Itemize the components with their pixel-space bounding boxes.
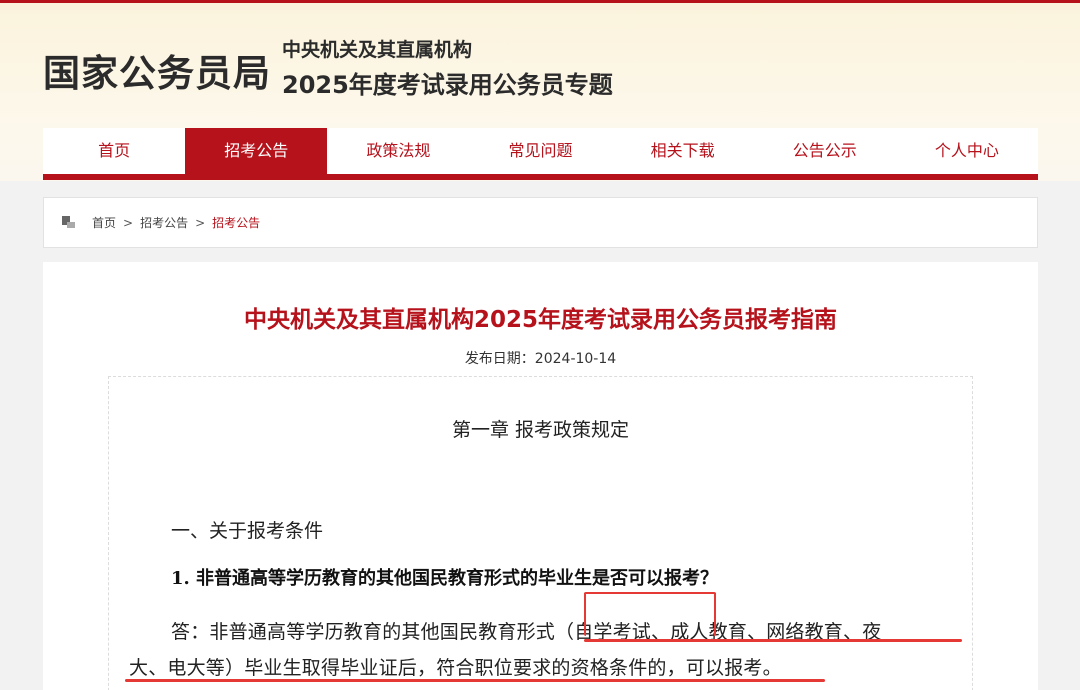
article-title: 中央机关及其直属机构2025年度考试录用公务员报考指南 (243, 307, 837, 333)
breadcrumb-separator: > (123, 215, 134, 230)
nav-item-faq[interactable]: 常见问题 (469, 128, 611, 174)
chapter-heading: 第一章 报考政策规定 (451, 419, 630, 441)
answer-text-line2: 大、电大等）毕业生取得毕业证后，符合职位要求的资格条件的，可以报考。 (129, 657, 782, 679)
breadcrumb-recruitment[interactable]: 招考公告 (140, 214, 188, 231)
article-body: 第一章 报考政策规定 一、关于报考条件 1. 非普通高等学历教育的其他国民教育形… (108, 376, 973, 690)
nav-item-downloads[interactable]: 相关下载 (612, 128, 754, 174)
site-title[interactable]: 国家公务员局 (43, 43, 271, 97)
publish-date: 发布日期：2024-10-14 (464, 351, 617, 367)
header-subtitle-line2: 2025年度考试录用公务员专题 (282, 71, 613, 99)
question-heading: 1. 非普通高等学历教育的其他国民教育形式的毕业生是否可以报考？ (171, 568, 719, 589)
main-nav: 首页 招考公告 政策法规 常见问题 相关下载 公告公示 个人中心 (43, 128, 1038, 174)
nav-item-announcements[interactable]: 公告公示 (754, 128, 896, 174)
header-subtitle-line1: 中央机关及其直属机构 (282, 39, 473, 61)
highlight-underline-annotation (125, 679, 825, 682)
nav-item-recruitment-notices[interactable]: 招考公告 (185, 128, 328, 174)
nav-item-home[interactable]: 首页 (43, 128, 185, 174)
breadcrumb-separator: > (195, 215, 206, 230)
nav-item-policies[interactable]: 政策法规 (327, 128, 469, 174)
breadcrumb: 首页 > 招考公告 > 招考公告 (43, 197, 1038, 248)
highlight-box-annotation (584, 592, 716, 636)
section-heading: 一、关于报考条件 (171, 520, 324, 542)
home-icon (62, 216, 76, 229)
nav-item-personal-center[interactable]: 个人中心 (896, 128, 1038, 174)
breadcrumb-home[interactable]: 首页 (92, 214, 116, 231)
article-card: 中央机关及其直属机构2025年度考试录用公务员报考指南 发布日期：2024-10… (43, 262, 1038, 690)
nav-underline (43, 174, 1038, 180)
highlight-underline-annotation (584, 639, 962, 642)
breadcrumb-current: 招考公告 (212, 216, 261, 230)
